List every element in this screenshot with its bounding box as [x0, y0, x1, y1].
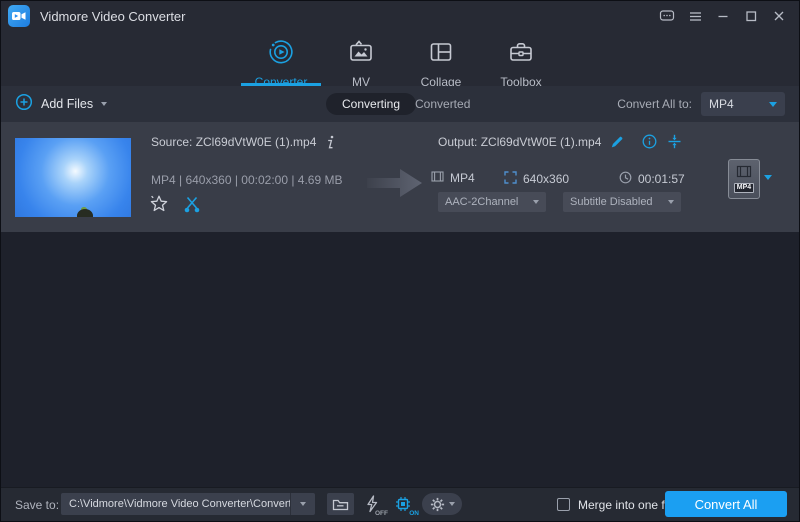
rename-pencil-icon[interactable] [610, 135, 624, 149]
convert-all-to-value: MP4 [709, 97, 734, 111]
output-filename: Output: ZCl69dVtW0E (1).mp4 [438, 135, 601, 149]
output-format-value: MP4 [450, 171, 475, 185]
gear-icon [430, 497, 445, 512]
source-filename: Source: ZCl69dVtW0E (1).mp4 [151, 135, 316, 149]
save-path-value: C:\Vidmore\Vidmore Video Converter\Conve… [61, 498, 290, 510]
tab-toolbox[interactable]: Toolbox [481, 31, 561, 86]
tab-converting-label: Converting [342, 97, 400, 111]
output-duration-spec: 00:01:57 [619, 171, 685, 187]
merge-label: Merge into one file [578, 498, 677, 512]
output-duration-value: 00:01:57 [638, 172, 685, 186]
tab-collage[interactable]: Collage [401, 31, 481, 86]
cut-scissors-icon[interactable] [183, 195, 201, 213]
format-badge: MP4 [734, 183, 754, 193]
subtitle-select[interactable]: Subtitle Disabled [563, 192, 681, 212]
convert-all-to-group: Convert All to: MP4 [617, 86, 785, 122]
merge-option: Merge into one file [557, 488, 677, 521]
collage-icon [428, 39, 454, 70]
audio-select[interactable]: AAC-2Channel [438, 192, 546, 212]
save-to-label: Save to: [15, 488, 59, 521]
source-actions [149, 194, 201, 213]
chevron-down-icon [668, 200, 674, 204]
gpu-acceleration-state: ON [409, 510, 419, 517]
feedback-icon[interactable] [657, 6, 677, 26]
add-plus-icon [15, 93, 33, 116]
add-files-caret-icon [101, 102, 107, 106]
merge-checkbox[interactable] [557, 498, 570, 511]
format-caret-icon[interactable] [764, 175, 772, 180]
format-film-icon [736, 165, 752, 181]
clock-icon [619, 171, 632, 187]
output-extra-icons [642, 134, 682, 149]
subtitle-select-value: Subtitle Disabled [570, 196, 653, 208]
compress-icon[interactable] [667, 134, 682, 149]
app-logo-icon [8, 5, 30, 27]
app-title: Vidmore Video Converter [40, 9, 186, 24]
tab-converted-label: Converted [415, 97, 470, 111]
high-speed-toggle[interactable]: OFF [359, 491, 385, 517]
window-controls [657, 6, 799, 26]
add-files-button[interactable]: Add Files [15, 86, 107, 122]
convert-all-to-select[interactable]: MP4 [701, 92, 785, 116]
chevron-down-icon [533, 200, 539, 204]
audio-select-value: AAC-2Channel [445, 196, 518, 208]
file-list-empty-area [1, 232, 799, 487]
thumbnail-silhouette [77, 209, 93, 217]
settings-button[interactable] [422, 493, 462, 515]
nav-tabs: Converter MV [241, 31, 561, 86]
chevron-down-icon [300, 502, 306, 506]
high-speed-state: OFF [375, 510, 388, 517]
source-row: Source: ZCl69dVtW0E (1).mp4 [151, 135, 335, 149]
tab-converting[interactable]: Converting [326, 93, 416, 115]
tab-converter[interactable]: Converter [241, 31, 321, 86]
titlebar: Vidmore Video Converter [1, 1, 799, 31]
source-info-icon[interactable] [325, 135, 335, 149]
output-row: Output: ZCl69dVtW0E (1).mp4 [438, 135, 624, 149]
chevron-down-icon [769, 102, 777, 107]
output-resolution-spec: 640x360 [504, 171, 569, 187]
gpu-acceleration-toggle[interactable]: ON [390, 491, 416, 517]
app-window: Vidmore Video Converter [0, 0, 800, 522]
main-nav: Converter MV [1, 31, 799, 86]
mv-icon [348, 39, 374, 70]
minimize-icon[interactable] [713, 6, 733, 26]
save-path-select[interactable]: C:\Vidmore\Vidmore Video Converter\Conve… [61, 493, 315, 515]
file-item: Source: ZCl69dVtW0E (1).mp4 MP4 | 640x36… [1, 122, 799, 232]
open-folder-button[interactable] [327, 493, 354, 515]
toolbar: Add Files Converting Converted Convert A… [1, 86, 799, 122]
chevron-down-icon [449, 502, 455, 506]
resolution-expand-icon [504, 171, 517, 187]
toolbox-icon [508, 39, 534, 70]
convert-arrow-icon [367, 163, 425, 208]
bottombar: Save to: C:\Vidmore\Vidmore Video Conver… [1, 487, 799, 521]
video-thumbnail[interactable] [15, 138, 131, 217]
close-icon[interactable] [769, 6, 789, 26]
format-profile-button[interactable]: MP4 [728, 159, 760, 199]
output-info-icon[interactable] [642, 134, 657, 149]
save-path-caret-zone[interactable] [290, 493, 315, 515]
menu-icon[interactable] [685, 6, 705, 26]
source-details: MP4 | 640x360 | 00:02:00 | 4.69 MB [151, 173, 342, 187]
add-files-label: Add Files [41, 97, 93, 111]
edit-wand-icon[interactable] [149, 194, 169, 213]
tab-converted[interactable]: Converted [415, 86, 470, 122]
tab-mv[interactable]: MV [321, 31, 401, 86]
output-resolution-value: 640x360 [523, 172, 569, 186]
convert-all-to-label: Convert All to: [617, 97, 692, 111]
film-icon [431, 171, 444, 185]
output-format-spec: MP4 [431, 171, 475, 185]
converter-icon [268, 39, 294, 70]
maximize-icon[interactable] [741, 6, 761, 26]
convert-all-button[interactable]: Convert All [665, 491, 787, 517]
